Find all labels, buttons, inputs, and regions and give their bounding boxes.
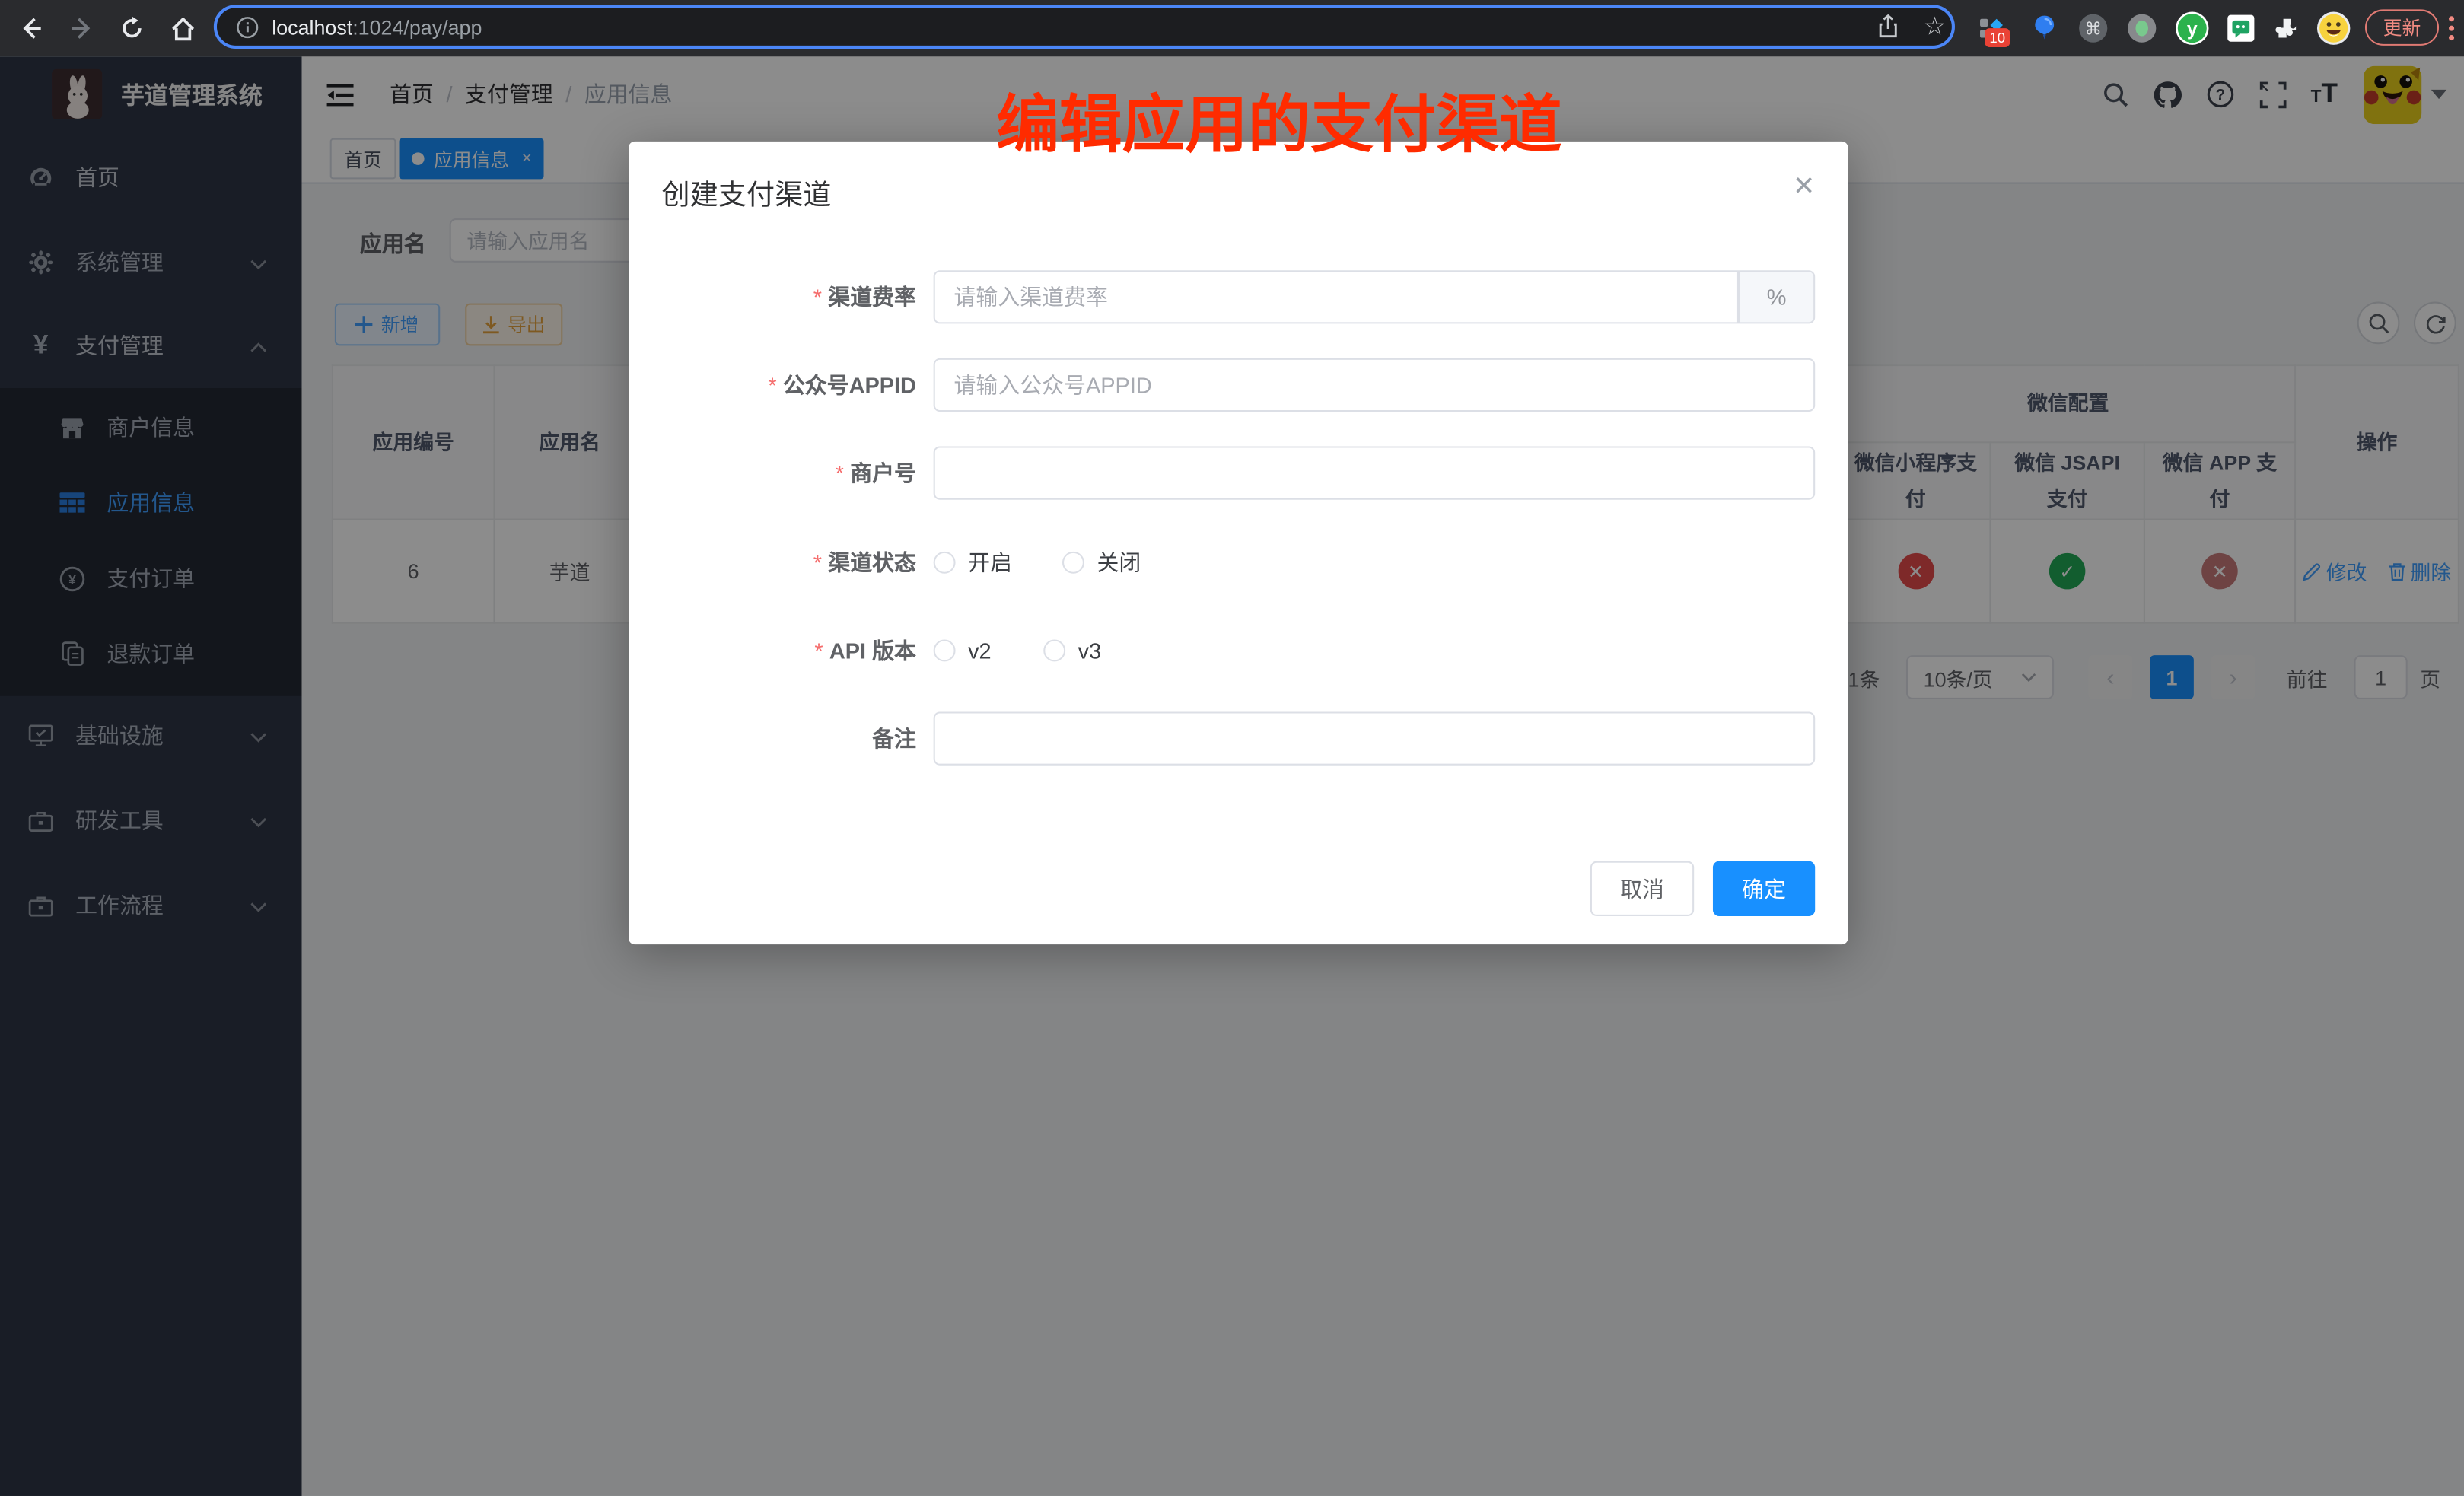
profile-avatar-emoji[interactable] [2315, 0, 2353, 56]
browser-toolbar: localhost:1024/pay/app ☆ 10 ⌘ y 更新 [0, 0, 2464, 56]
appid-input[interactable] [934, 358, 1816, 412]
percent-suffix: % [1738, 270, 1815, 323]
field-label: API 版本 [829, 638, 916, 663]
field-label: 渠道费率 [828, 285, 916, 310]
form-row-status: *渠道状态 开启 关闭 [629, 536, 1848, 589]
screen: localhost:1024/pay/app ☆ 10 ⌘ y 更新 芋道管理系… [0, 0, 2464, 1496]
required-asterisk: * [814, 638, 823, 663]
create-channel-dialog: 创建支付渠道 ✕ *渠道费率 % *公众号APPID *商户号 *渠道状态 开启… [629, 142, 1848, 944]
form-row-api-version: *API 版本 v2 v3 [629, 624, 1848, 677]
svg-text:⌘: ⌘ [2084, 19, 2102, 39]
cancel-button[interactable]: 取消 [1590, 861, 1694, 916]
back-icon[interactable] [13, 0, 51, 56]
merchant-id-input[interactable] [934, 446, 1816, 499]
extension-chat-icon[interactable] [2224, 0, 2258, 56]
extensions-puzzle-icon[interactable] [2269, 0, 2303, 56]
chrome-update-button[interactable]: 更新 [2365, 9, 2439, 45]
required-asterisk: * [813, 285, 822, 310]
home-icon[interactable] [164, 0, 202, 56]
url-host: localhost [272, 15, 352, 39]
radio-status-open[interactable]: 开启 [934, 547, 1012, 578]
svg-text:y: y [2187, 19, 2198, 40]
extension-recorder-icon[interactable] [2125, 0, 2159, 56]
share-icon[interactable] [1877, 14, 1900, 40]
form-row-rate: *渠道费率 % [629, 270, 1848, 323]
site-info-icon[interactable] [236, 15, 259, 39]
dialog-title: 创建支付渠道 [661, 173, 831, 214]
browser-menu-icon[interactable] [2440, 0, 2462, 56]
radio-api-v3[interactable]: v3 [1043, 638, 1101, 663]
forward-icon[interactable] [63, 0, 101, 56]
annotation-text: 编辑应用的支付渠道 [996, 74, 1561, 165]
form-row-merchant: *商户号 [629, 446, 1848, 499]
field-label: 商户号 [850, 460, 916, 485]
required-asterisk: * [836, 460, 844, 485]
radio-status-closed[interactable]: 关闭 [1062, 547, 1141, 578]
url-path: :1024/pay/app [352, 15, 482, 39]
form-row-remark: 备注 [629, 711, 1848, 765]
field-label: 公众号APPID [783, 372, 916, 397]
required-asterisk: * [813, 550, 822, 575]
remark-input[interactable] [934, 711, 1816, 765]
field-label: 备注 [872, 726, 916, 751]
extension-command-icon[interactable]: ⌘ [2076, 0, 2110, 56]
confirm-button[interactable]: 确定 [1713, 861, 1815, 916]
channel-rate-input[interactable] [934, 270, 1738, 323]
radio-circle-icon [934, 552, 956, 574]
required-asterisk: * [768, 372, 776, 397]
bookmark-star-icon[interactable]: ☆ [1924, 11, 1947, 42]
reload-icon[interactable] [113, 0, 151, 56]
extension-badge: 10 [1985, 28, 2010, 47]
field-label: 渠道状态 [828, 550, 916, 575]
radio-circle-icon [934, 639, 956, 661]
extension-y-icon[interactable]: y [2173, 0, 2211, 56]
radio-api-v2[interactable]: v2 [934, 638, 992, 663]
dialog-close-icon[interactable]: ✕ [1788, 171, 1819, 202]
extension-balloon-icon[interactable] [2027, 0, 2061, 56]
url-bar[interactable]: localhost:1024/pay/app ☆ [214, 5, 1955, 49]
radio-circle-icon [1062, 552, 1084, 574]
radio-circle-icon [1043, 639, 1065, 661]
form-row-appid: * 公众号APPID [629, 358, 1848, 412]
